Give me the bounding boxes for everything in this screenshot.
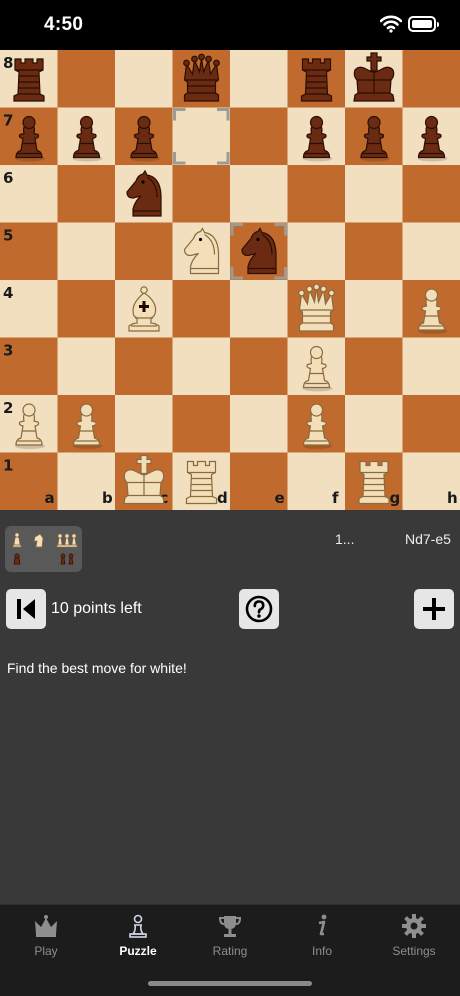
- puzzle-task: Find the best move for white!: [7, 660, 187, 676]
- white-queen-f4[interactable]: [298, 283, 335, 332]
- chess-board[interactable]: 87654321abcdefgh: [0, 50, 460, 510]
- square-e4[interactable]: [230, 280, 288, 338]
- square-e3[interactable]: [230, 337, 288, 396]
- square-h6[interactable]: [402, 165, 460, 223]
- add-button[interactable]: [414, 589, 454, 629]
- square-d6[interactable]: [172, 165, 231, 223]
- square-h8[interactable]: [402, 50, 460, 108]
- white-rook-d1[interactable]: [185, 460, 218, 505]
- square-b8[interactable]: [57, 50, 116, 108]
- tab-settings[interactable]: Settings: [368, 905, 460, 965]
- square-e2[interactable]: [230, 395, 288, 453]
- square-h3[interactable]: [402, 337, 460, 396]
- square-d7[interactable]: [172, 107, 231, 166]
- rank-label: 3: [3, 342, 13, 360]
- tab-info[interactable]: Info: [276, 905, 368, 965]
- square-e6[interactable]: [230, 165, 288, 223]
- info-icon: [318, 914, 327, 936]
- home-indicator: [148, 981, 312, 986]
- tab-label: Settings: [392, 944, 436, 958]
- square-h2[interactable]: [402, 395, 460, 453]
- gear-icon: [402, 914, 426, 938]
- rank-label: 7: [3, 112, 13, 130]
- square-g3[interactable]: [345, 337, 403, 396]
- square-b4[interactable]: [57, 280, 116, 338]
- file-label: e: [275, 489, 285, 507]
- plus-icon: [423, 598, 445, 620]
- square-f5[interactable]: [287, 222, 346, 281]
- tab-puzzle[interactable]: Puzzle: [92, 905, 184, 965]
- square-c2[interactable]: [115, 395, 173, 453]
- material-black-pawn-icon: [13, 553, 21, 565]
- square-g2[interactable]: [345, 395, 403, 453]
- square-f6[interactable]: [287, 165, 346, 223]
- tab-play[interactable]: Play: [0, 905, 92, 965]
- tab-label: Info: [311, 944, 332, 958]
- chess-board-svg[interactable]: 87654321a b c d e f g h: [0, 50, 460, 510]
- question-circle-icon: [245, 595, 273, 623]
- tab-label: Puzzle: [119, 944, 157, 958]
- square-d2[interactable]: [172, 395, 231, 453]
- go-to-start-button[interactable]: [6, 589, 46, 629]
- square-g5[interactable]: [345, 222, 403, 281]
- file-label: a: [45, 489, 55, 507]
- file-label: b: [102, 489, 113, 507]
- puzzle-panel: 1... Nd7-e5 10 points left Find the best…: [0, 510, 460, 904]
- last-move[interactable]: Nd7-e5: [405, 531, 451, 547]
- square-b6[interactable]: [57, 165, 116, 223]
- material-pieces-icon: [12, 532, 78, 565]
- square-e8[interactable]: [230, 50, 288, 108]
- material-bishop-icon: [12, 532, 22, 548]
- rank-label: 6: [3, 169, 13, 187]
- move-number: 1...: [335, 531, 355, 547]
- square-g4[interactable]: [345, 280, 403, 338]
- status-time: 4:50: [44, 14, 84, 35]
- points-left-label: 10 points left: [51, 600, 142, 617]
- square-e7[interactable]: [230, 107, 288, 166]
- white-rook-g1[interactable]: [358, 460, 390, 505]
- material-white-pawns-icon: [56, 533, 78, 548]
- trophy-icon: [218, 916, 242, 937]
- tab-label: Play: [34, 944, 58, 958]
- square-c8[interactable]: [115, 50, 173, 108]
- square-g6[interactable]: [345, 165, 403, 223]
- rank-label: 8: [3, 54, 13, 72]
- square-c5[interactable]: [115, 222, 173, 281]
- rank-label: 2: [3, 399, 13, 417]
- rank-label: 1: [3, 457, 13, 475]
- square-b3[interactable]: [57, 337, 116, 396]
- material-knight-icon: [33, 533, 44, 548]
- square-c3[interactable]: [115, 337, 173, 396]
- battery-icon: [408, 16, 439, 32]
- crown-icon: [35, 915, 57, 937]
- status-bar: 4:50: [0, 0, 460, 50]
- skip-to-start-icon: [17, 599, 35, 619]
- square-h5[interactable]: [402, 222, 460, 281]
- material-balance: [5, 526, 82, 572]
- hint-button[interactable]: [239, 589, 279, 629]
- black-rook-a8[interactable]: [13, 58, 45, 102]
- black-rook-f8[interactable]: [300, 58, 333, 102]
- tab-bar: Play Puzzle Rating Info Settings: [0, 904, 460, 996]
- pawn-icon: [129, 914, 147, 938]
- tab-rating[interactable]: Rating: [184, 905, 276, 965]
- file-label: d: [217, 489, 228, 507]
- square-d4[interactable]: [172, 280, 231, 338]
- black-queen-d8[interactable]: [183, 53, 220, 102]
- file-label: h: [447, 489, 458, 507]
- file-label: f: [332, 489, 339, 507]
- material-black-pawns-icon: [60, 553, 74, 565]
- rank-label: 4: [3, 284, 13, 302]
- wifi-icon: [380, 15, 402, 33]
- square-b5[interactable]: [57, 222, 116, 281]
- file-label: g: [390, 489, 401, 507]
- tab-label: Rating: [212, 944, 248, 958]
- square-d3[interactable]: [172, 337, 231, 396]
- rank-label: 5: [3, 227, 13, 245]
